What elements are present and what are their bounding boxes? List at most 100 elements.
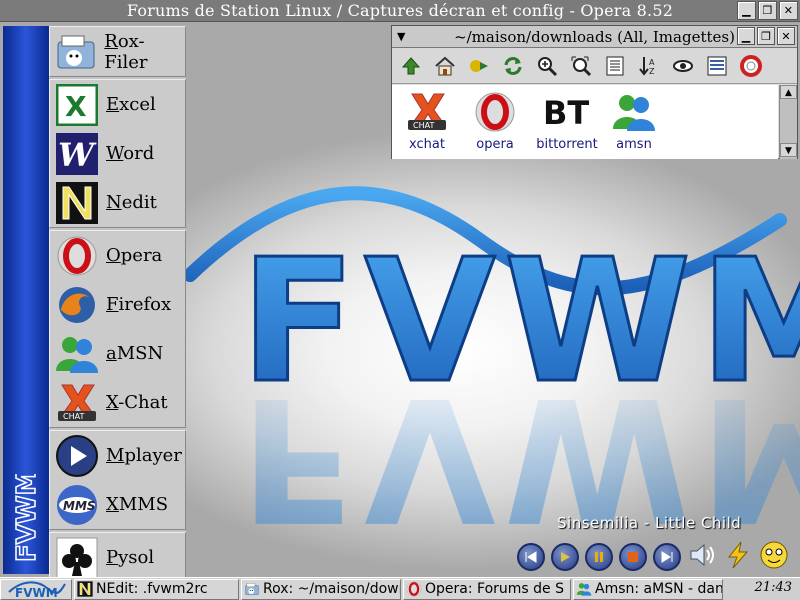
launcher-item-rox-filer[interactable]: Rox-Filer <box>50 27 185 76</box>
taskbar: FVWM NEdit: .fvwm2rc Rox: ~/maison/downl O… <box>0 577 800 600</box>
launcher-item-label: aMSN <box>106 343 164 364</box>
taskbar-task-label: Opera: Forums de S <box>425 581 564 597</box>
launcher-item-pysol[interactable]: Pysol <box>50 533 185 582</box>
opera-icon <box>460 87 530 137</box>
fvwm-start-button[interactable]: FVWM <box>0 578 72 600</box>
play-button[interactable] <box>551 543 579 571</box>
svg-text:CHAT: CHAT <box>413 121 434 130</box>
taskbar-task[interactable]: Amsn: aMSN - dan <box>573 578 723 600</box>
svg-text:CHAT: CHAT <box>63 412 84 421</box>
rox-titlebar[interactable]: ▼ ~/maison/downloads (All, Imagettes) ▁ … <box>392 26 797 48</box>
fvwm-start-text: FVWM <box>15 586 58 598</box>
launcher-item-label: Nedit <box>106 192 157 213</box>
previous-button[interactable] <box>517 543 545 571</box>
launcher-item-label: Rox-Filer <box>104 30 148 73</box>
file-item-xchat[interactable]: CHAT xchat <box>392 87 462 152</box>
svg-text:W: W <box>58 136 97 174</box>
sort-icon[interactable]: AZ <box>636 53 662 79</box>
launcher-item-label: Opera <box>106 245 163 266</box>
launcher-side-bar: FVWM <box>3 26 49 574</box>
volume-icon[interactable] <box>687 540 717 574</box>
launcher-item-xmms[interactable]: MMS XMMS <box>50 480 185 529</box>
amsn-icon <box>52 331 102 377</box>
svg-text:MMS: MMS <box>63 499 96 513</box>
rox-filer-icon <box>244 581 260 597</box>
scroll-down-icon[interactable]: ▼ <box>780 143 797 157</box>
launcher-item-excel[interactable]: X Excel <box>50 80 185 129</box>
show-hidden-icon[interactable] <box>670 53 696 79</box>
launcher-item-x-chat[interactable]: CHAT X-Chat <box>50 378 185 427</box>
file-item-bittorrent[interactable]: BT bittorrent <box>532 87 602 152</box>
taskbar-task[interactable]: Opera: Forums de S <box>403 578 571 600</box>
firefox-icon <box>52 282 102 328</box>
refresh-icon[interactable] <box>500 53 526 79</box>
home-icon[interactable] <box>432 53 458 79</box>
launcher-item-opera[interactable]: Opera <box>50 231 185 280</box>
window-titlebar[interactable]: Forums de Station Linux / Captures décra… <box>0 0 800 22</box>
fvwm-logo-icon: FVWM <box>8 581 66 598</box>
file-item-amsn[interactable]: amsn <box>599 87 669 152</box>
list-icon[interactable] <box>704 53 730 79</box>
zoom-in-icon[interactable] <box>534 53 560 79</box>
taskbar-task-label: Amsn: aMSN - dan <box>595 581 723 597</box>
up-icon[interactable] <box>398 53 424 79</box>
next-button[interactable] <box>653 543 681 571</box>
rox-minimize-button[interactable]: ▁ <box>737 27 755 45</box>
launcher-item-word[interactable]: W Word <box>50 129 185 178</box>
svg-text:Z: Z <box>649 67 655 76</box>
launcher-group: X Excel W Word Nedit <box>49 79 186 228</box>
stop-button[interactable] <box>619 543 647 571</box>
details-icon[interactable] <box>602 53 628 79</box>
pause-button[interactable] <box>585 543 613 571</box>
launcher-item-label: Mplayer <box>106 445 182 466</box>
launcher-item-label: Firefox <box>106 294 172 315</box>
launcher-item-mplayer[interactable]: Mplayer <box>50 431 185 480</box>
rox-close-button[interactable]: ✕ <box>777 27 795 45</box>
fit-icon[interactable] <box>568 53 594 79</box>
smiley-icon[interactable] <box>759 540 789 574</box>
rox-toolbar: AZ <box>392 48 797 84</box>
rox-scrollbar[interactable]: ▲ ▼ <box>779 85 797 159</box>
scroll-up-icon[interactable]: ▲ <box>780 85 797 99</box>
pysol-icon <box>52 535 102 581</box>
file-label: opera <box>476 137 514 152</box>
opera-icon <box>52 233 102 279</box>
launcher-item-label: XMMS <box>106 494 169 515</box>
nedit-icon <box>77 581 93 597</box>
taskbar-task[interactable]: Rox: ~/maison/downl <box>241 578 401 600</box>
help-icon[interactable] <box>738 53 764 79</box>
amsn-icon <box>599 87 669 137</box>
xchat-icon: CHAT <box>52 380 102 426</box>
launcher-item-amsn[interactable]: aMSN <box>50 329 185 378</box>
taskbar-task[interactable]: NEdit: .fvwm2rc <box>74 578 239 600</box>
amsn-icon <box>576 581 592 597</box>
rox-filer-window[interactable]: ▼ ~/maison/downloads (All, Imagettes) ▁ … <box>391 25 798 159</box>
desktop: FVWM FVWM Forums de Station Linux / Capt… <box>0 0 800 600</box>
file-item-opera[interactable]: opera <box>460 87 530 152</box>
rox-file-pane: CHAT xchat opera BT bittorrent amsn <box>392 85 778 159</box>
clock: 21:43 <box>754 580 792 595</box>
maximize-button[interactable]: ❐ <box>758 1 777 20</box>
launcher-group: Pysol <box>49 532 186 583</box>
close-button[interactable]: ✕ <box>779 1 798 20</box>
lightning-icon[interactable] <box>723 540 753 574</box>
launcher-item-label: X-Chat <box>106 392 168 413</box>
file-label: amsn <box>616 137 652 152</box>
launcher-item-firefox[interactable]: Firefox <box>50 280 185 329</box>
opera-icon <box>406 581 422 597</box>
window-title: Forums de Station Linux / Captures décra… <box>126 1 674 20</box>
file-label: xchat <box>409 137 445 152</box>
minimize-button[interactable]: ▁ <box>737 1 756 20</box>
window-menu-icon[interactable]: ▼ <box>397 26 405 48</box>
launcher-item-label: Pysol <box>106 547 155 568</box>
launcher-panel: Rox-Filer X Excel W Word Nedit Opera Firefox aMS… <box>49 26 186 583</box>
svg-text:A: A <box>649 58 655 67</box>
launcher-item-label: Word <box>106 143 155 164</box>
now-playing-title: Sinsemilia - Little Child <box>557 514 742 532</box>
fvwm-side-logo: FVWM <box>11 474 43 563</box>
taskbar-task-label: Rox: ~/maison/downl <box>263 581 401 597</box>
rox-maximize-button[interactable]: ❐ <box>757 27 775 45</box>
bookmarks-icon[interactable] <box>466 53 492 79</box>
fvwm-side-logo-text: FVWM <box>12 474 42 562</box>
launcher-item-nedit[interactable]: Nedit <box>50 178 185 227</box>
